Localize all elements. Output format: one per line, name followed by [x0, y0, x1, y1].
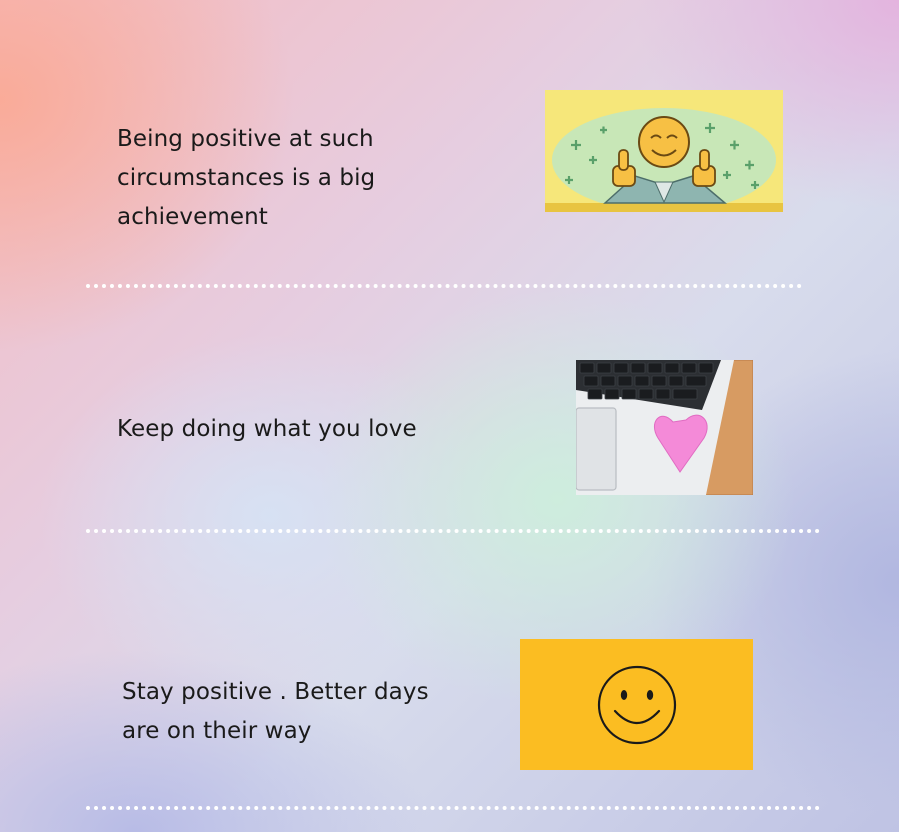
laptop-heart-note-icon: [576, 360, 753, 495]
message-3-line-1: Stay positive . Better days: [122, 679, 429, 705]
message-3-line-2: are on their way: [122, 718, 312, 744]
thumbs-up-smiley-icon: [545, 90, 783, 212]
divider-1: [86, 284, 802, 288]
message-2-line-1: Keep doing what you love: [117, 416, 417, 442]
message-1-line-3: achievement: [117, 204, 268, 230]
message-1-line-2: circumstances is a big: [117, 165, 376, 191]
message-3: Stay positive . Better days are on their…: [122, 673, 462, 751]
message-2: Keep doing what you love: [117, 410, 477, 449]
message-1: Being positive at such circumstances is …: [117, 120, 427, 237]
divider-3: [86, 806, 820, 810]
smiley-face-icon: [520, 639, 753, 770]
message-1-line-1: Being positive at such: [117, 126, 374, 152]
divider-2: [86, 529, 820, 533]
